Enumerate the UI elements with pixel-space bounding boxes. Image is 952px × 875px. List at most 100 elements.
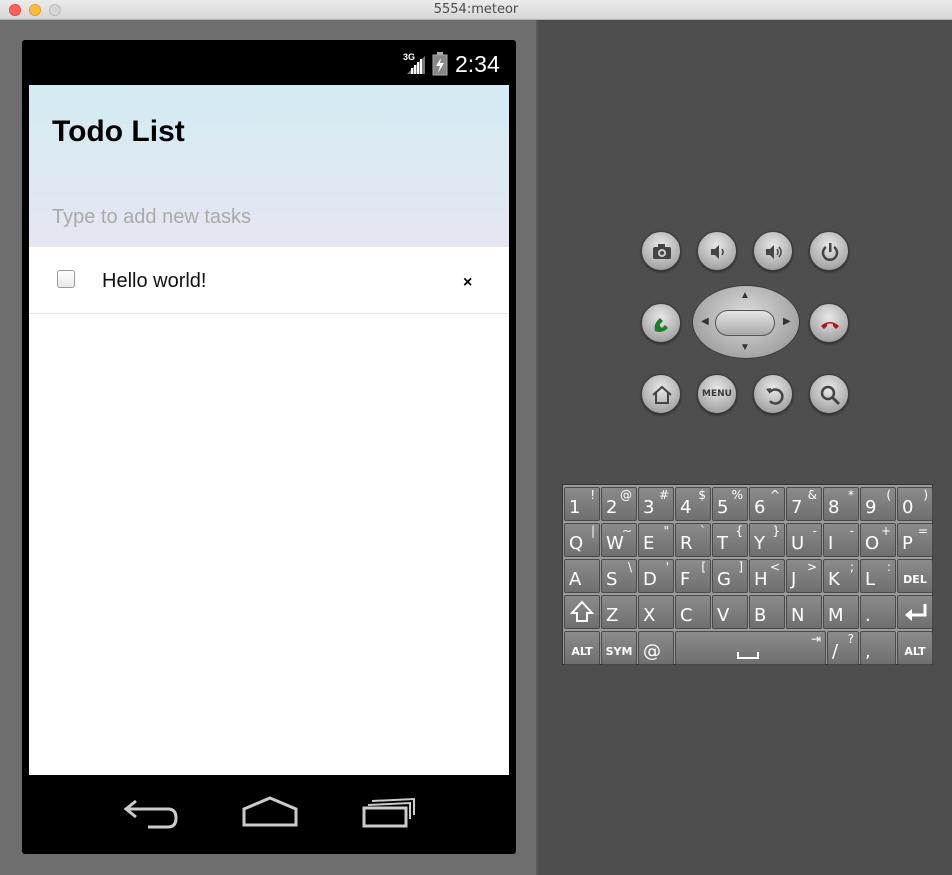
key-x[interactable]: X — [638, 595, 674, 629]
key-3[interactable]: 3 # — [638, 487, 674, 521]
call-button[interactable] — [641, 303, 681, 343]
key-1-alt-label: ! — [590, 488, 595, 502]
key-2[interactable]: 2 @ — [601, 487, 637, 521]
key-4[interactable]: 4 $ — [675, 487, 711, 521]
key-u[interactable]: U- — [786, 523, 822, 557]
key-l[interactable]: L: — [860, 559, 896, 593]
key-o-label: O — [865, 533, 880, 554]
key-m[interactable]: M — [823, 595, 859, 629]
key-a[interactable]: A — [564, 559, 600, 593]
key-alt-right[interactable]: ALT — [897, 631, 933, 665]
key-k[interactable]: K; — [823, 559, 859, 593]
dpad-up-icon[interactable]: ▲ — [740, 290, 750, 301]
key-7-alt-label: & — [807, 488, 817, 502]
key-4-alt-label: $ — [698, 488, 706, 502]
android-nav-bar — [22, 775, 516, 854]
key-f[interactable]: F[ — [675, 559, 711, 593]
key-comma[interactable]: , — [860, 631, 896, 665]
key-5[interactable]: 5% — [712, 487, 748, 521]
key-k-label: K — [828, 569, 840, 590]
key-e[interactable]: E " — [638, 523, 674, 557]
qwerty-keyboard: 1! 2 @3 #4 $5% 6 ^ 7 & 8 * 9(0) Q | W ~ E " R ` T{Y} U - I - O + P =… — [562, 484, 933, 665]
task-text: Hello world! — [102, 270, 207, 292]
key-sym-label: SYM — [605, 645, 633, 658]
volume-up-icon — [766, 245, 782, 259]
volume-down-button[interactable] — [697, 231, 737, 271]
dpad-down-icon[interactable]: ▼ — [740, 342, 750, 353]
key-9-label: 9 — [865, 497, 877, 518]
key-slash-alt-label: ? — [847, 632, 854, 646]
key-f-alt-label: [ — [701, 560, 706, 574]
key-b[interactable]: B — [749, 595, 785, 629]
search-button[interactable] — [809, 374, 849, 414]
key-1[interactable]: 1! — [564, 487, 600, 521]
key-0-alt-label: ) — [923, 488, 928, 502]
key-slash[interactable]: /? — [827, 631, 859, 665]
key-j-alt-label: > — [806, 560, 817, 574]
search-icon — [820, 385, 841, 406]
key-2-alt-label: @ — [620, 488, 632, 502]
dpad-left-icon[interactable]: ◀ — [701, 316, 709, 327]
end-call-button[interactable] — [809, 303, 849, 343]
key-s[interactable]: S \ — [601, 559, 637, 593]
key-d[interactable]: D ' — [638, 559, 674, 593]
menu-button[interactable]: MENU — [697, 374, 737, 414]
key-y[interactable]: Y} — [749, 523, 785, 557]
recent-apps-icon[interactable] — [358, 793, 422, 833]
key-g-label: G — [717, 569, 731, 590]
key-delete[interactable]: DEL — [897, 559, 933, 593]
key-6-alt-label: ^ — [769, 488, 780, 502]
dpad-right-icon[interactable]: ▶ — [783, 316, 791, 327]
key-w[interactable]: W ~ — [601, 523, 637, 557]
key-comma-label: , — [865, 641, 871, 662]
key-t[interactable]: T{ — [712, 523, 748, 557]
key-enter[interactable] — [897, 595, 933, 629]
key-9-alt-label: ( — [886, 488, 891, 502]
key-h-label: H — [754, 569, 768, 590]
key-e-label: E — [643, 533, 655, 554]
back-button[interactable] — [753, 374, 793, 414]
key-a-label: A — [569, 569, 582, 590]
key-c-label: C — [680, 605, 693, 626]
key-shift[interactable] — [564, 595, 600, 629]
key-q-alt-label: | — [590, 524, 595, 538]
key-z[interactable]: Z — [601, 595, 637, 629]
window-title: 5554:meteor — [433, 2, 519, 17]
key-2-label: 2 — [606, 497, 618, 518]
key-c[interactable]: C — [675, 595, 711, 629]
dpad-center-button[interactable] — [715, 310, 775, 336]
key-0[interactable]: 0) — [897, 487, 933, 521]
key-q[interactable]: Q | — [564, 523, 600, 557]
key-sym[interactable]: SYM — [601, 631, 637, 665]
new-task-input[interactable] — [52, 202, 482, 232]
home-icon[interactable] — [238, 793, 302, 833]
back-icon[interactable] — [120, 793, 184, 833]
emulator-frame: 3G 2:34 Todo List Hello worl — [0, 20, 538, 875]
key-o[interactable]: O + — [860, 523, 896, 557]
camera-button[interactable] — [641, 231, 681, 271]
home-button[interactable] — [641, 374, 681, 414]
key-v[interactable]: V — [712, 595, 748, 629]
dpad[interactable]: ▲ ▼ ◀ ▶ — [692, 285, 800, 359]
task-checkbox[interactable] — [57, 270, 75, 288]
key-j[interactable]: J > — [786, 559, 822, 593]
key-g[interactable]: G] — [712, 559, 748, 593]
key-i[interactable]: I- — [823, 523, 859, 557]
key-n[interactable]: N — [786, 595, 822, 629]
key-p[interactable]: P = — [897, 523, 933, 557]
key-7[interactable]: 7 & — [786, 487, 822, 521]
key-alt-left[interactable]: ALT — [564, 631, 600, 665]
key-h-alt-label: < — [769, 560, 780, 574]
key-8[interactable]: 8 * — [823, 487, 859, 521]
key-space[interactable]: ⇥ — [675, 631, 826, 665]
key-6[interactable]: 6 ^ — [749, 487, 785, 521]
key-u-alt-label: - — [812, 524, 817, 538]
key-r[interactable]: R ` — [675, 523, 711, 557]
power-button[interactable] — [809, 231, 849, 271]
key-h[interactable]: H < — [749, 559, 785, 593]
volume-up-button[interactable] — [753, 231, 793, 271]
key-period[interactable]: . — [860, 595, 896, 629]
key-at[interactable]: @ — [638, 631, 674, 665]
delete-task-icon[interactable]: × — [463, 274, 472, 292]
key-9[interactable]: 9( — [860, 487, 896, 521]
